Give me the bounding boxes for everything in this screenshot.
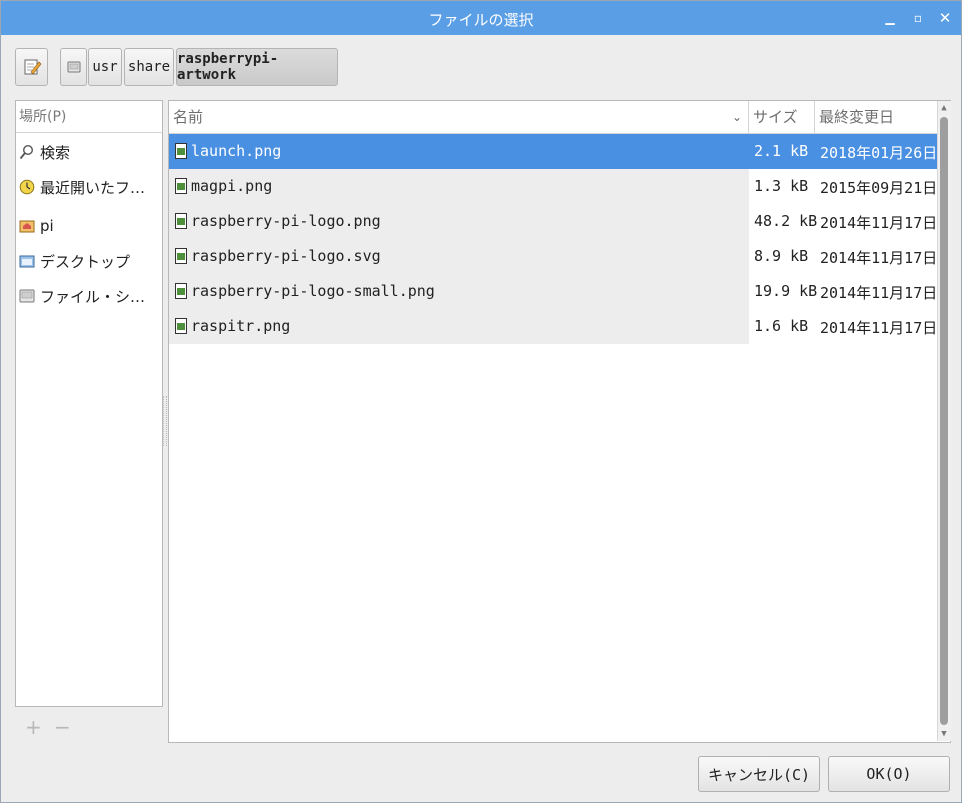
- file-size: 8.9 kB: [754, 247, 809, 265]
- image-file-icon: [175, 318, 187, 334]
- file-size: 1.3 kB: [754, 177, 809, 195]
- edit-icon: [24, 59, 41, 75]
- file-size: 2.1 kB: [754, 142, 809, 160]
- place-label: 最近開いたフ…: [40, 178, 146, 197]
- path-segment-share[interactable]: share: [124, 48, 174, 86]
- file-modified: 2014年11月17日: [820, 319, 938, 337]
- maximize-icon[interactable]: ▫: [909, 9, 927, 27]
- image-file-icon: [175, 143, 187, 159]
- image-file-icon: [175, 248, 187, 264]
- scroll-down-icon[interactable]: ▼: [938, 728, 950, 741]
- column-header-size[interactable]: サイズ: [749, 101, 815, 134]
- scroll-up-icon[interactable]: ▲: [938, 102, 950, 115]
- path-segment-usr[interactable]: usr: [88, 48, 122, 86]
- place-label: 検索: [40, 143, 71, 162]
- file-name: raspberry-pi-logo-small.png: [191, 282, 435, 300]
- file-list: 名前 ⌄ サイズ 最終変更日 launch.png 2.1 kB 2018年01…: [168, 100, 951, 743]
- file-modified: 2014年11月17日: [820, 284, 938, 302]
- path-segment-current[interactable]: raspberrypi-artwork: [176, 48, 338, 86]
- image-file-icon: [175, 283, 187, 299]
- place-home[interactable]: pi: [16, 211, 162, 241]
- image-file-icon: [175, 213, 187, 229]
- filesystem-icon: [19, 288, 35, 304]
- column-header-name-label: 名前: [173, 108, 204, 126]
- place-filesystem[interactable]: ファイル・シ…: [16, 281, 162, 311]
- file-row[interactable]: raspberry-pi-logo.svg 8.9 kB 2014年11月17日: [169, 239, 937, 274]
- scrollbar-thumb[interactable]: [940, 117, 948, 725]
- places-sidebar: 場所(P) 検索 最近開いたフ… pi デスクトップ ファイル・シ…: [15, 100, 163, 707]
- title-bar[interactable]: ファイルの選択 ▁ ▫ ✕: [1, 1, 961, 35]
- type-location-button[interactable]: [15, 48, 48, 86]
- file-name: raspitr.png: [191, 317, 291, 335]
- file-size: 48.2 kB: [754, 212, 818, 230]
- desktop-folder-icon: [19, 253, 35, 269]
- home-folder-icon: [19, 218, 35, 234]
- file-chooser-dialog: ファイルの選択 ▁ ▫ ✕ usr share raspberrypi-artw…: [0, 0, 962, 803]
- file-row[interactable]: magpi.png 1.3 kB 2015年09月21日: [169, 169, 937, 204]
- place-label: ファイル・シ…: [40, 287, 146, 306]
- place-label: デスクトップ: [40, 252, 131, 271]
- file-size: 19.9 kB: [754, 282, 818, 300]
- file-row[interactable]: raspberry-pi-logo-small.png 19.9 kB 2014…: [169, 274, 937, 309]
- file-modified: 2014年11月17日: [820, 249, 938, 267]
- file-size: 1.6 kB: [754, 317, 809, 335]
- window-title: ファイルの選択: [428, 11, 534, 29]
- cancel-button[interactable]: キャンセル(C): [698, 756, 820, 792]
- remove-bookmark-button[interactable]: −: [54, 715, 71, 739]
- search-icon: [19, 144, 35, 160]
- recent-icon: [19, 179, 35, 195]
- drive-icon: [67, 61, 80, 73]
- file-modified: 2015年09月21日: [820, 179, 938, 197]
- place-search[interactable]: 検索: [16, 137, 162, 167]
- column-header-name[interactable]: 名前 ⌄: [169, 101, 749, 134]
- minimize-icon[interactable]: ▁: [881, 9, 899, 27]
- file-name: launch.png: [191, 142, 282, 160]
- file-modified: 2018年01月26日: [820, 144, 938, 162]
- image-file-icon: [175, 178, 187, 194]
- close-icon[interactable]: ✕: [936, 9, 954, 27]
- place-recent[interactable]: 最近開いたフ…: [16, 172, 162, 202]
- file-modified: 2014年11月17日: [820, 214, 938, 232]
- file-row[interactable]: launch.png 2.1 kB 2018年01月26日: [169, 134, 937, 169]
- file-row[interactable]: raspitr.png 1.6 kB 2014年11月17日: [169, 309, 937, 344]
- chevron-down-icon: ⌄: [731, 110, 742, 124]
- file-name: raspberry-pi-logo.png: [191, 212, 381, 230]
- place-desktop[interactable]: デスクトップ: [16, 246, 162, 276]
- ok-button[interactable]: OK(O): [828, 756, 950, 792]
- places-header: 場所(P): [16, 101, 162, 133]
- file-name: magpi.png: [191, 177, 273, 195]
- pane-splitter[interactable]: [163, 396, 167, 446]
- file-name: raspberry-pi-logo.svg: [191, 247, 381, 265]
- place-label: pi: [40, 217, 54, 235]
- column-header-modified[interactable]: 最終変更日: [815, 101, 937, 134]
- add-bookmark-button[interactable]: +: [25, 715, 42, 739]
- path-root-button[interactable]: [60, 48, 87, 86]
- file-row[interactable]: raspberry-pi-logo.png 48.2 kB 2014年11月17…: [169, 204, 937, 239]
